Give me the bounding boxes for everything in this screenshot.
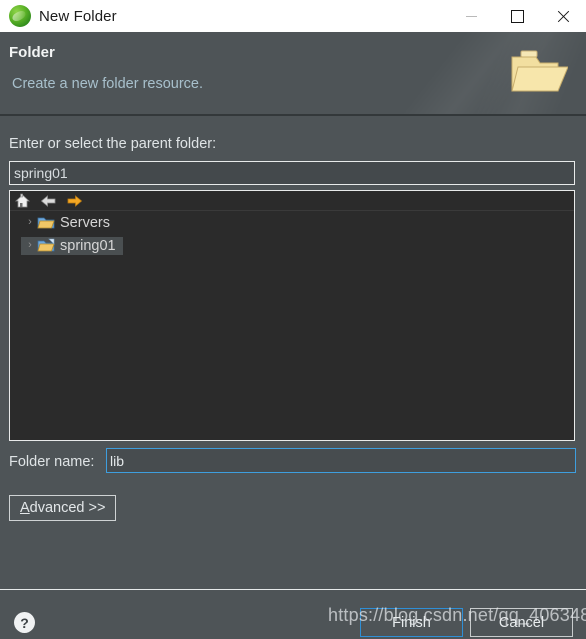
- parent-folder-input[interactable]: [9, 161, 575, 185]
- page-description: Create a new folder resource.: [12, 76, 204, 92]
- forward-arrow-icon[interactable]: [66, 193, 83, 209]
- close-icon: [557, 10, 570, 23]
- finish-button[interactable]: Finish: [360, 608, 463, 637]
- back-arrow-icon[interactable]: [40, 193, 57, 209]
- tree-item-label: spring01: [60, 237, 116, 254]
- dialog-body: Enter or select the parent folder: ›: [0, 116, 586, 589]
- project-folder-icon: [37, 238, 55, 252]
- cancel-button-label: Cancel: [498, 614, 545, 631]
- folder-tree-panel[interactable]: › Servers › spring01: [9, 190, 575, 441]
- advanced-button[interactable]: Advanced >>: [9, 495, 117, 521]
- close-button[interactable]: [540, 0, 586, 32]
- folder-name-input[interactable]: [106, 448, 576, 473]
- advanced-button-mnemonic: A: [20, 500, 30, 516]
- chevron-right-icon[interactable]: ›: [23, 240, 37, 251]
- folder-icon: [37, 217, 55, 229]
- open-folder-icon: [511, 50, 568, 92]
- maximize-icon: [510, 9, 524, 23]
- minimize-icon: [465, 15, 477, 17]
- folder-name-label: Folder name:: [9, 454, 95, 470]
- tree-toolbar: [10, 191, 574, 211]
- tree-item-label: Servers: [60, 214, 110, 231]
- tree-item-servers[interactable]: › Servers: [10, 211, 574, 234]
- home-icon[interactable]: [14, 193, 31, 209]
- help-question-icon[interactable]: ?: [14, 612, 35, 633]
- finish-button-label: Finish: [392, 614, 431, 631]
- chevron-right-icon[interactable]: ›: [23, 217, 37, 228]
- window-titlebar: New Folder: [0, 0, 586, 32]
- eclipse-logo-icon: [9, 5, 31, 27]
- minimize-button[interactable]: [448, 0, 494, 32]
- maximize-button[interactable]: [494, 0, 540, 32]
- parent-folder-label: Enter or select the parent folder:: [9, 136, 217, 152]
- window-title: New Folder: [39, 7, 117, 25]
- window-controls: [448, 0, 586, 32]
- page-title: Folder: [9, 44, 55, 61]
- advanced-button-label: dvanced >>: [29, 500, 106, 516]
- tree-item-spring01[interactable]: › spring01: [10, 234, 574, 257]
- dialog-header: Folder Create a new folder resource.: [0, 32, 586, 116]
- cancel-button[interactable]: Cancel: [470, 608, 573, 637]
